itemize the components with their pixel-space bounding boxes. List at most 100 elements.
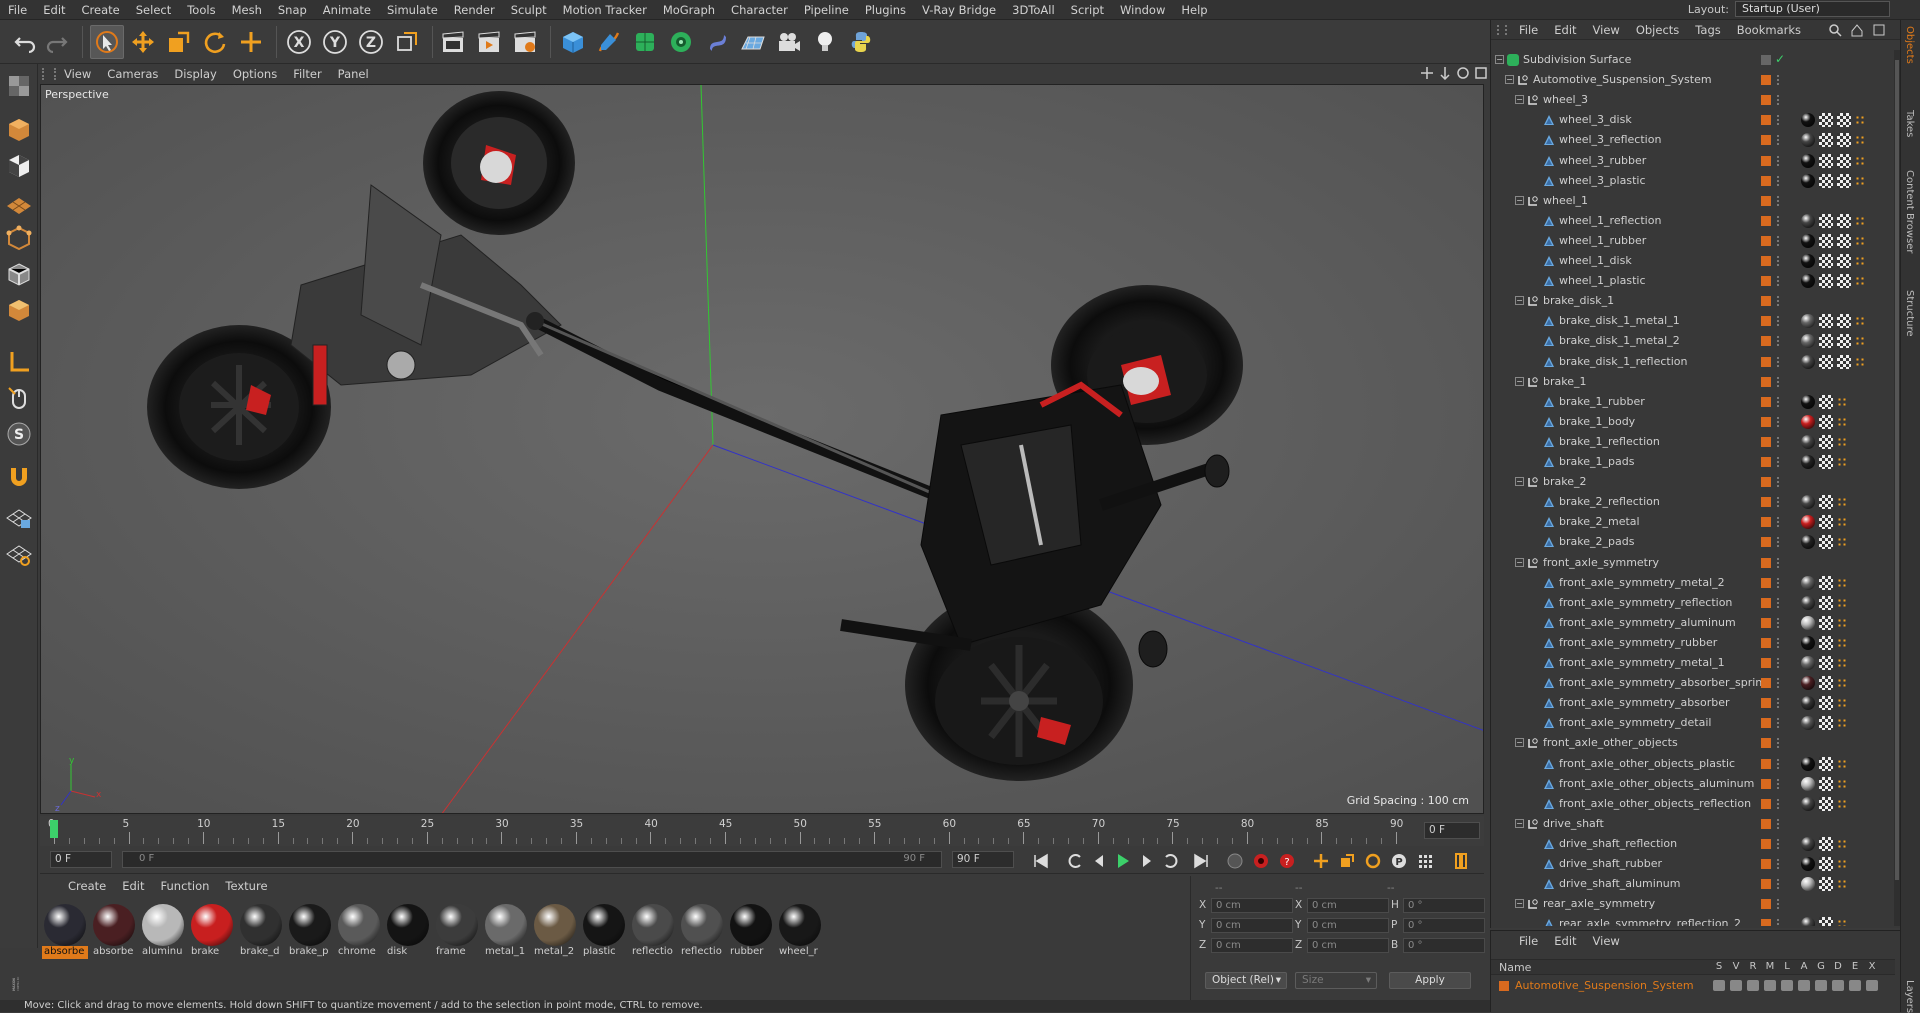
layer-toggle-icon[interactable] <box>1713 980 1725 991</box>
end-frame-field[interactable]: 90 F <box>952 851 1014 868</box>
expand-toggle-icon[interactable]: − <box>1515 557 1524 567</box>
rotation-field[interactable]: 0 ° <box>1403 898 1485 913</box>
material-tag-icon[interactable] <box>1801 656 1815 670</box>
expand-toggle-icon[interactable]: − <box>1515 899 1524 909</box>
texture-tag-icon[interactable] <box>1819 535 1833 550</box>
texture-tag-icon[interactable] <box>1819 857 1833 871</box>
subdivision-surface-button[interactable] <box>628 25 662 59</box>
layer-color-icon[interactable] <box>1761 919 1771 926</box>
texture-tag-icon[interactable] <box>1819 756 1833 771</box>
visibility-dots-icon[interactable] <box>1777 879 1781 890</box>
layer-color-icon[interactable] <box>1761 838 1771 849</box>
texture-tag-icon[interactable] <box>1819 173 1833 188</box>
visibility-dots-icon[interactable] <box>1777 195 1781 206</box>
visibility-dots-icon[interactable] <box>1777 316 1781 327</box>
layer-color-icon[interactable] <box>1761 235 1771 246</box>
material-tag-icon[interactable] <box>1801 254 1815 268</box>
material-tag-icon[interactable] <box>1801 917 1815 926</box>
size-field[interactable]: 0 cm <box>1307 938 1389 953</box>
pen-spline-button[interactable] <box>592 25 626 59</box>
live-selection-button[interactable] <box>90 25 124 59</box>
render-view-button[interactable] <box>436 25 470 59</box>
checkmark-icon[interactable]: ✓ <box>1775 52 1785 66</box>
texture-tag-icon[interactable] <box>1819 334 1833 349</box>
phong-tag-icon[interactable] <box>1837 758 1847 769</box>
timeline-window-button[interactable] <box>1450 851 1472 871</box>
layer-color-icon[interactable] <box>1761 617 1771 628</box>
position-field[interactable]: 0 cm <box>1211 918 1293 933</box>
material-swatch[interactable]: disk <box>385 902 431 964</box>
layer-color-icon[interactable] <box>1761 416 1771 427</box>
object-menu-tags[interactable]: Tags <box>1687 23 1728 37</box>
layer-color-icon[interactable] <box>1761 135 1771 146</box>
planar-workplane-button[interactable] <box>3 538 35 570</box>
maximize-view-icon[interactable] <box>1474 66 1488 80</box>
texture-tag-icon[interactable] <box>1819 354 1833 369</box>
layer-color-icon[interactable] <box>1761 296 1771 307</box>
object-menu-bookmarks[interactable]: Bookmarks <box>1729 23 1809 37</box>
material-swatch[interactable]: plastic <box>581 902 627 964</box>
material-swatch[interactable]: metal_1 <box>483 902 529 964</box>
phong-tag-icon[interactable] <box>1855 115 1865 126</box>
next-key-button[interactable] <box>1160 851 1182 871</box>
material-tag-icon[interactable] <box>1801 233 1815 248</box>
viewport-menu-display[interactable]: Display <box>166 67 224 81</box>
phong-tag-icon[interactable] <box>1855 175 1865 186</box>
expand-toggle-icon[interactable]: − <box>1515 376 1524 386</box>
visibility-dots-icon[interactable] <box>1777 637 1781 648</box>
layer-color-icon[interactable] <box>1761 356 1771 367</box>
material-tag-icon[interactable] <box>1801 716 1815 731</box>
z-axis-lock-button[interactable]: Z <box>354 25 388 59</box>
layer-color-icon[interactable] <box>1761 718 1771 729</box>
x-axis-lock-button[interactable]: X <box>282 25 316 59</box>
side-tab-content-browser[interactable]: Content Browser <box>1904 170 1915 253</box>
object-row[interactable]: front_axle_other_objects_aluminum <box>1491 774 1895 794</box>
object-row[interactable]: drive_shaft_aluminum <box>1491 874 1895 894</box>
pan-view-icon[interactable] <box>1420 66 1434 80</box>
visibility-dots-icon[interactable] <box>1777 75 1781 86</box>
visibility-dots-icon[interactable] <box>1777 95 1781 106</box>
material-swatch[interactable]: brake <box>189 902 235 964</box>
object-row[interactable]: wheel_1_plastic <box>1491 271 1895 291</box>
tweak-mode-button[interactable] <box>3 382 35 414</box>
material-swatch[interactable]: absorbe <box>42 902 88 964</box>
texture-tag-icon[interactable] <box>1837 354 1851 369</box>
texture-mode-button[interactable] <box>3 150 35 182</box>
layer-color-icon[interactable] <box>1761 778 1771 789</box>
texture-tag-icon[interactable] <box>1819 394 1833 409</box>
material-tag-icon[interactable] <box>1801 857 1815 871</box>
layer-menu-view[interactable]: View <box>1585 934 1628 948</box>
layer-color-icon[interactable] <box>1761 517 1771 528</box>
expand-toggle-icon[interactable]: − <box>1495 55 1504 64</box>
visibility-dots-icon[interactable] <box>1777 457 1781 467</box>
key-parameter-button[interactable]: P <box>1388 851 1410 871</box>
phong-tag-icon[interactable] <box>1837 396 1847 407</box>
layer-color-icon[interactable] <box>1761 497 1771 508</box>
redo-button[interactable] <box>40 25 74 59</box>
texture-tag-icon[interactable] <box>1819 434 1833 449</box>
python-button[interactable] <box>844 25 878 59</box>
layer-toggle-icon[interactable] <box>1815 980 1827 991</box>
visibility-dots-icon[interactable] <box>1777 135 1781 146</box>
visibility-dots-icon[interactable] <box>1777 215 1781 226</box>
key-pla-button[interactable] <box>1414 851 1436 871</box>
visibility-dots-icon[interactable] <box>1777 416 1781 427</box>
object-row[interactable]: wheel_1_rubber <box>1491 231 1895 251</box>
object-row[interactable]: brake_disk_1_metal_1 <box>1491 311 1895 331</box>
material-tag-icon[interactable] <box>1801 877 1815 892</box>
phong-tag-icon[interactable] <box>1855 155 1865 166</box>
texture-tag-icon[interactable] <box>1819 515 1833 530</box>
position-field[interactable]: 0 cm <box>1211 898 1293 913</box>
menu-item-select[interactable]: Select <box>128 3 179 17</box>
menu-item-v-ray-bridge[interactable]: V-Ray Bridge <box>914 3 1004 17</box>
texture-tag-icon[interactable] <box>1819 213 1833 228</box>
object-row[interactable]: drive_shaft_rubber <box>1491 854 1895 874</box>
frame-range-slider[interactable]: 0 F 90 F <box>122 851 942 868</box>
visibility-dots-icon[interactable] <box>1777 376 1781 387</box>
layer-color-icon[interactable] <box>1761 577 1771 588</box>
menu-item-edit[interactable]: Edit <box>35 3 73 17</box>
material-menu-texture[interactable]: Texture <box>217 879 275 893</box>
texture-tag-icon[interactable] <box>1837 274 1851 289</box>
layer-color-icon[interactable] <box>1761 859 1771 869</box>
layer-color-icon[interactable] <box>1761 256 1771 266</box>
